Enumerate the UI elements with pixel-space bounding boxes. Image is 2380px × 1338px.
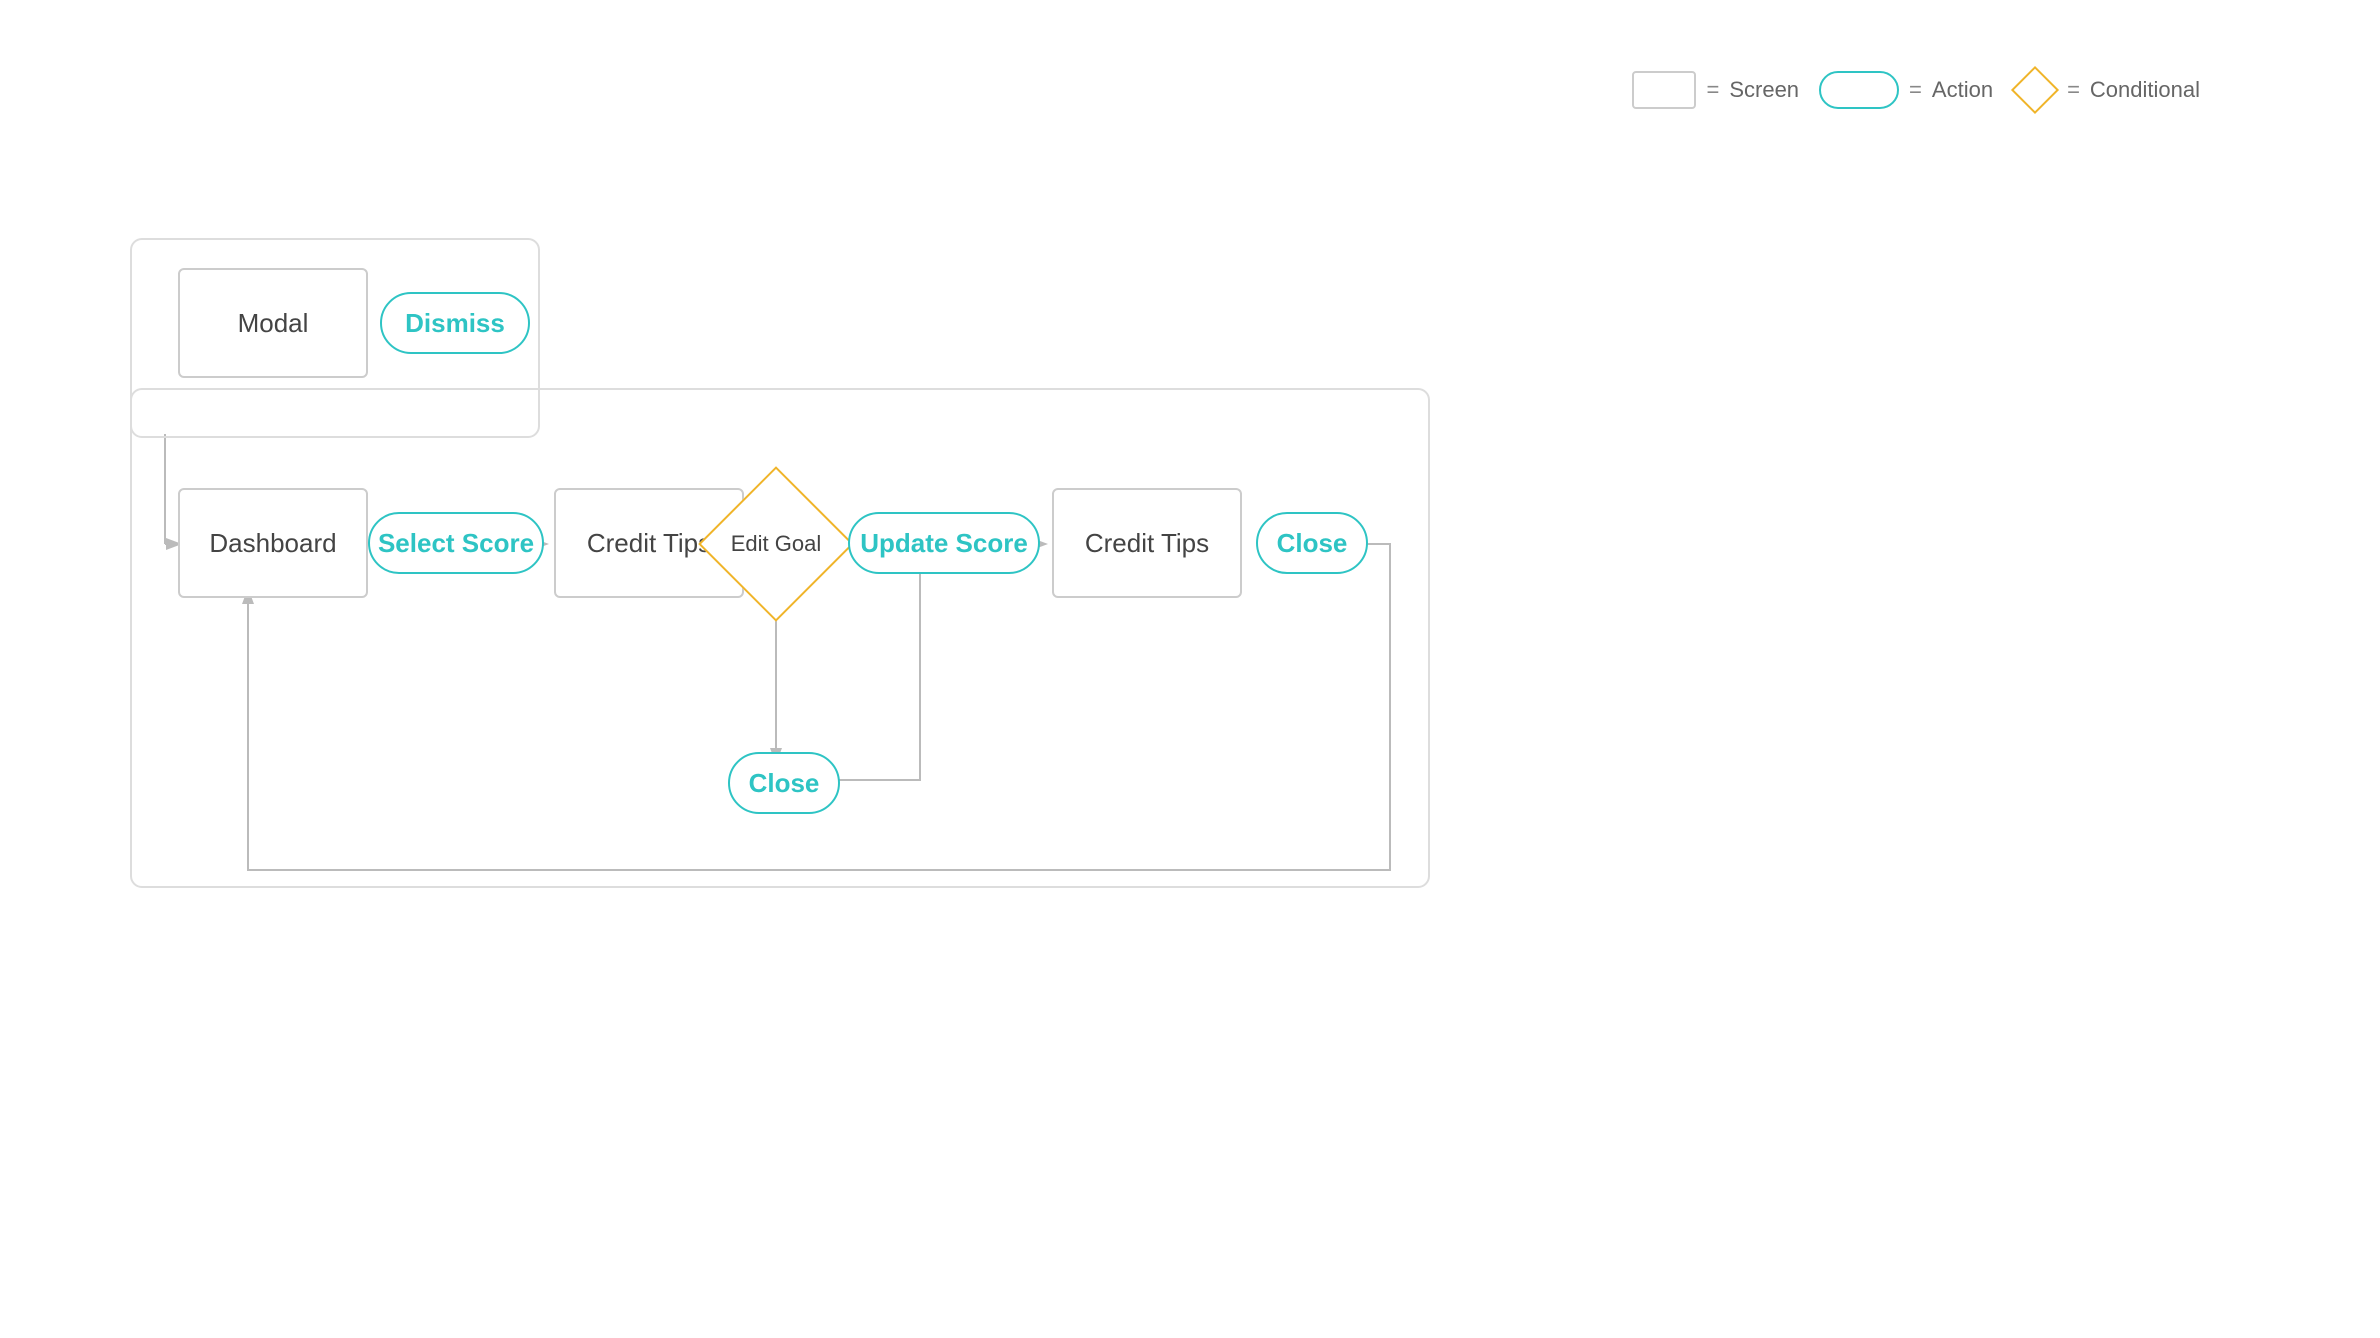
legend-conditional-icon xyxy=(2011,66,2059,114)
close-2-label: Close xyxy=(749,768,820,799)
legend-action-icon xyxy=(1819,71,1899,109)
legend-conditional: = Conditional xyxy=(2013,68,2200,112)
legend-action-label: Action xyxy=(1932,77,1993,103)
legend-screen-icon xyxy=(1632,71,1696,109)
edit-goal-label: Edit Goal xyxy=(731,531,822,557)
legend-action: = Action xyxy=(1819,71,1993,109)
legend-action-eq: = xyxy=(1909,77,1922,103)
legend-screen-eq: = xyxy=(1706,77,1719,103)
update-score-node: Update Score xyxy=(848,512,1040,574)
legend-screen-label: Screen xyxy=(1729,77,1799,103)
credit-tips-2-node: Credit Tips xyxy=(1052,488,1242,598)
close-1-node: Close xyxy=(1256,512,1368,574)
legend-conditional-label: Conditional xyxy=(2090,77,2200,103)
dismiss-label: Dismiss xyxy=(405,308,505,339)
credit-tips-2-label: Credit Tips xyxy=(1085,528,1209,559)
close-2-node: Close xyxy=(728,752,840,814)
select-score-node: Select Score xyxy=(368,512,544,574)
legend-conditional-eq: = xyxy=(2067,77,2080,103)
dashboard-label: Dashboard xyxy=(209,528,336,559)
dismiss-node: Dismiss xyxy=(380,292,530,354)
modal-label: Modal xyxy=(238,308,309,339)
legend: = Screen = Action = Conditional xyxy=(1632,68,2200,112)
select-score-label: Select Score xyxy=(378,528,534,559)
edit-goal-node: Edit Goal xyxy=(716,484,836,604)
update-score-label: Update Score xyxy=(860,528,1028,559)
credit-tips-1-label: Credit Tips xyxy=(587,528,711,559)
dashboard-node: Dashboard xyxy=(178,488,368,598)
modal-node: Modal xyxy=(178,268,368,378)
legend-screen: = Screen xyxy=(1632,71,1799,109)
close-1-label: Close xyxy=(1277,528,1348,559)
